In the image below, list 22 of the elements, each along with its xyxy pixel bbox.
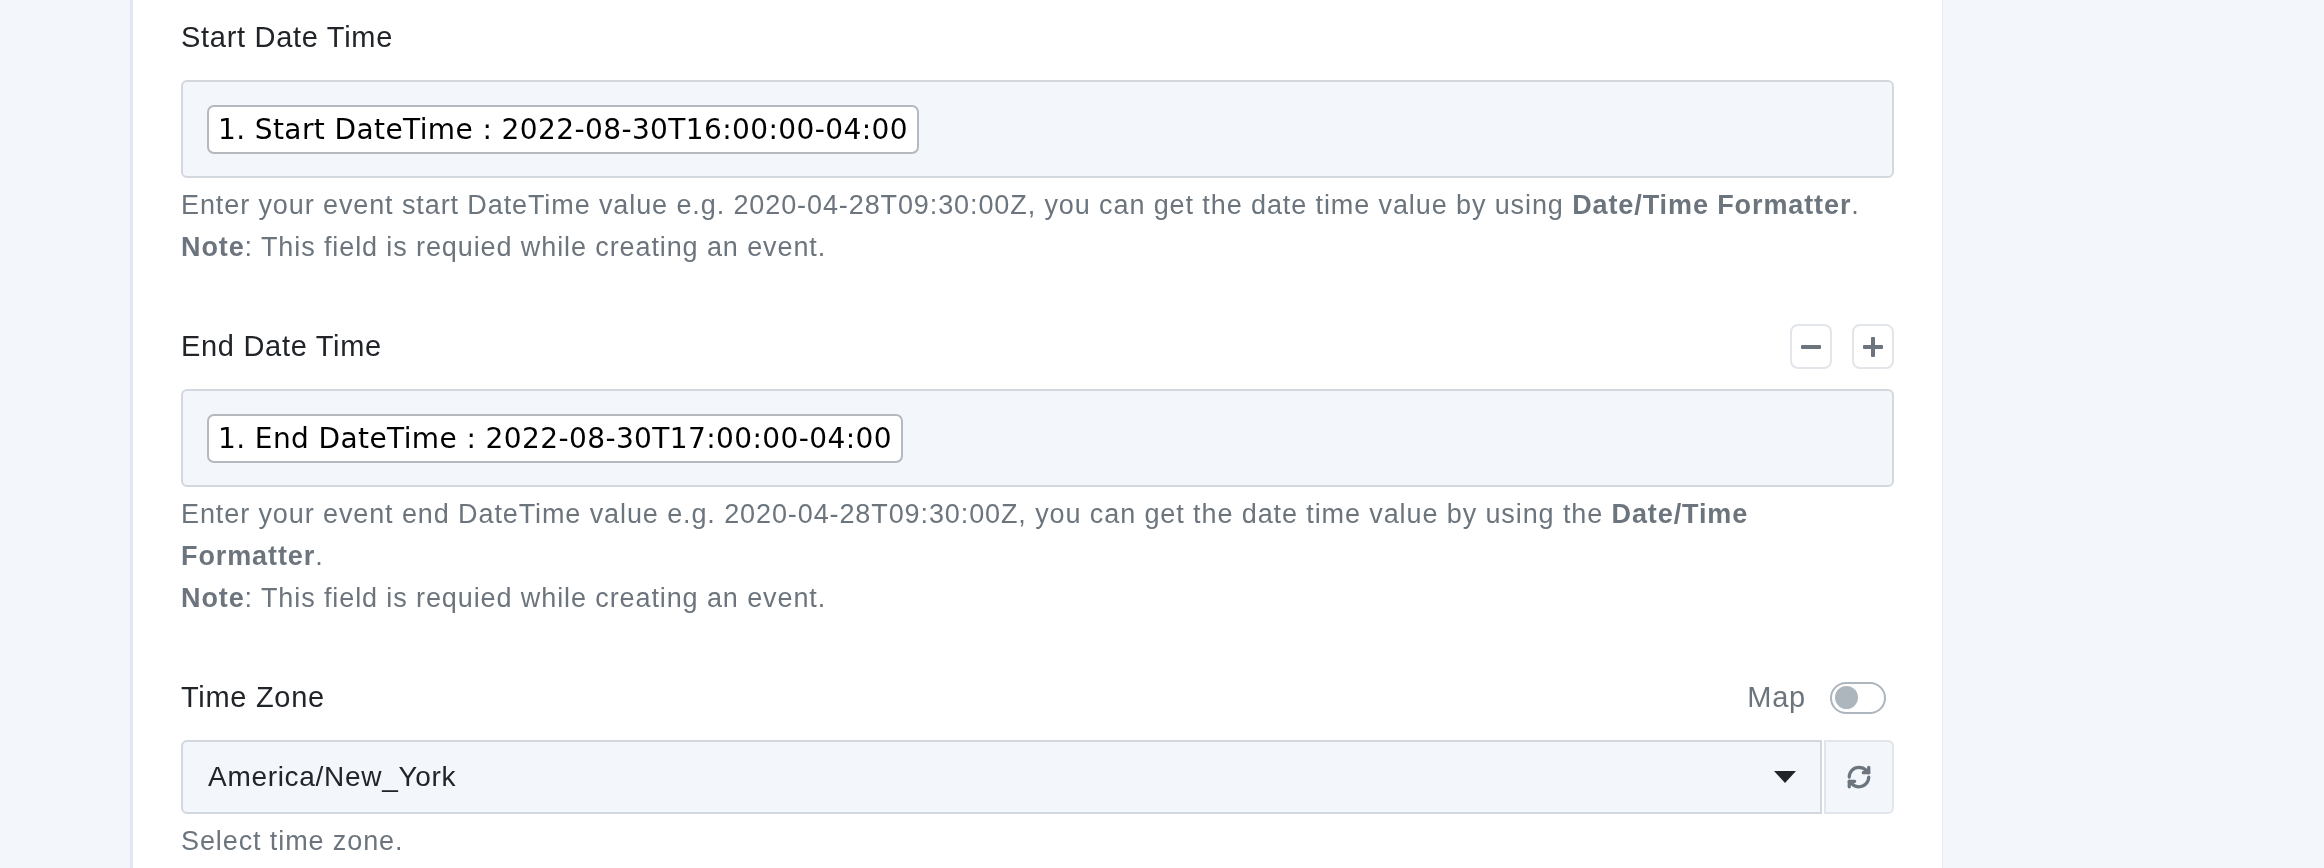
datetime-input-field[interactable]: 1. End DateTime : 2022-08-30T17:00:00-04:00 xyxy=(181,389,1894,487)
add-button[interactable] xyxy=(1852,324,1894,369)
token-chip[interactable]: 1. End DateTime : 2022-08-30T17:00:00-04:00 xyxy=(207,413,903,463)
help-text: Enter your event end DateTime value e.g. 2020-04-28T09:30:00Z, you can get the date time value by using the Date/Time Formatter. xyxy=(181,498,1750,573)
caret-icon xyxy=(1774,771,1796,783)
map-label: Map xyxy=(1747,679,1806,715)
datetime-input-field[interactable]: 1. Start DateTime : 2022-08-30T16:00:00-04:00 xyxy=(181,80,1894,178)
help-text: Enter your event start DateTime value e.g. 2020-04-28T09:30:00Z, you can get the date time value by using Date/Time Formatter. xyxy=(181,189,1861,222)
remove-button[interactable] xyxy=(1790,324,1832,369)
token-chip[interactable]: 1. Start DateTime : 2022-08-30T16:00:00-04:00 xyxy=(207,104,919,154)
field-label: End Date Time xyxy=(181,328,382,364)
refresh-button[interactable] xyxy=(1824,740,1894,814)
map-toggle[interactable] xyxy=(1830,681,1886,714)
minus-icon xyxy=(1801,344,1821,349)
field-label: Start Date Time xyxy=(181,19,393,55)
help-text: Note: This field is requied while creating an event. xyxy=(181,582,828,615)
refresh-icon xyxy=(1846,764,1872,790)
plus-icon xyxy=(1863,336,1883,357)
timezone-select[interactable]: America/New_York xyxy=(181,740,1822,814)
help-text: Select time zone. xyxy=(181,825,405,858)
field-label: Time Zone xyxy=(181,679,325,715)
help-text: Note: This field is requied while creating an event. xyxy=(181,231,828,264)
